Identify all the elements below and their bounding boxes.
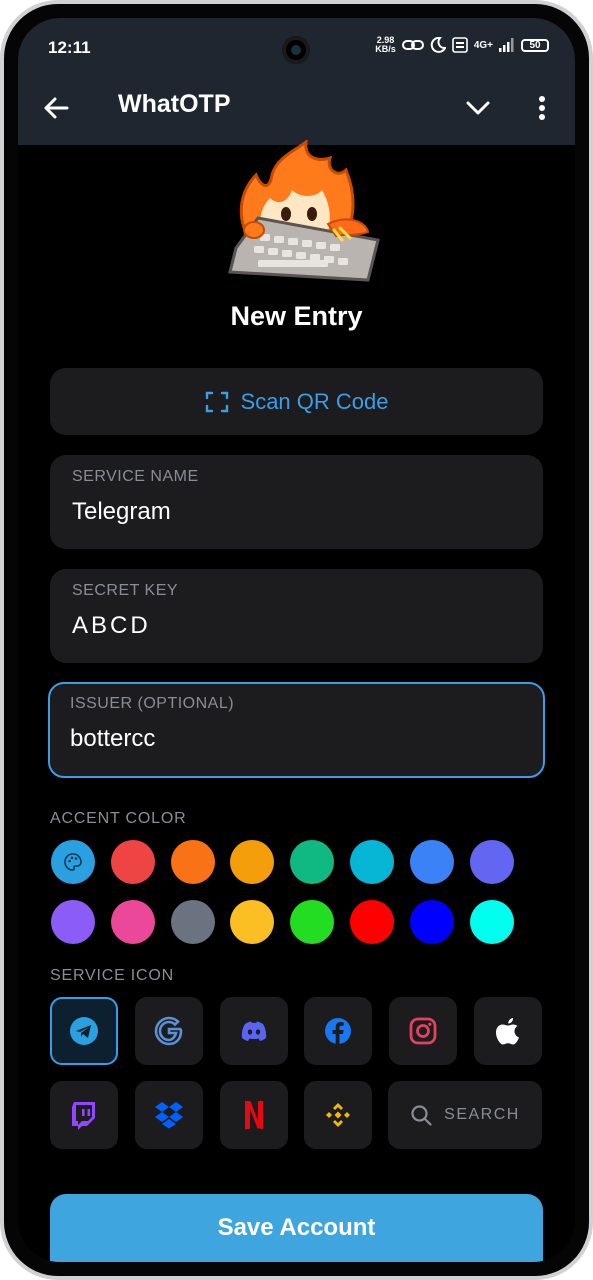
scan-qr-button[interactable]: Scan QR Code xyxy=(50,368,543,435)
accent-color-swatch[interactable] xyxy=(51,840,95,884)
service-icon-facebook[interactable] xyxy=(304,997,372,1065)
service-icon-apple[interactable] xyxy=(474,997,542,1065)
issuer-value[interactable]: bottercc xyxy=(70,725,155,753)
accent-color-label: ACCENT COLOR xyxy=(50,810,187,827)
service-icon-twitch[interactable] xyxy=(50,1081,118,1149)
discord-icon xyxy=(241,1021,267,1041)
service-icon-telegram[interactable] xyxy=(50,997,118,1065)
save-account-label: Save Account xyxy=(217,1214,376,1241)
accent-color-swatch[interactable] xyxy=(230,840,275,884)
search-label: SEARCH xyxy=(444,1106,520,1123)
phone-bezel: 12:11 2.98 KB/s 4G+ 50 WhatOTP New Entry… xyxy=(4,4,589,1276)
service-icon-discord[interactable] xyxy=(220,997,288,1065)
app-bar: WhatOTP xyxy=(18,80,575,136)
mascot-illustration xyxy=(228,140,380,282)
service-icon-label: SERVICE ICON xyxy=(50,967,174,984)
status-icons: 2.98 KB/s 4G+ 50 xyxy=(375,36,549,54)
qr-scan-icon xyxy=(205,391,228,412)
palette-icon xyxy=(64,853,82,871)
network-type: 4G+ xyxy=(473,39,493,51)
secret-key-label: SECRET KEY xyxy=(72,582,179,599)
more-vert-icon[interactable] xyxy=(528,92,556,124)
service-icon-instagram[interactable] xyxy=(389,997,457,1065)
link-icon xyxy=(401,40,424,50)
top-bar: 12:11 2.98 KB/s 4G+ 50 WhatOTP xyxy=(18,18,575,145)
front-camera xyxy=(282,36,310,64)
accent-color-swatch[interactable] xyxy=(469,840,514,884)
app-screen: 12:11 2.98 KB/s 4G+ 50 WhatOTP New Entry… xyxy=(18,18,575,1262)
scan-qr-label: Scan QR Code xyxy=(240,388,389,414)
service-icon-search-button[interactable]: SEARCH xyxy=(388,1081,542,1149)
service-icon-google[interactable] xyxy=(135,997,203,1065)
phone-frame: 12:11 2.98 KB/s 4G+ 50 WhatOTP New Entry… xyxy=(0,0,593,1280)
chevron-down-icon[interactable] xyxy=(462,92,494,124)
google-icon xyxy=(154,1016,183,1046)
accent-color-swatch[interactable] xyxy=(290,900,335,944)
service-name-field[interactable]: SERVICE NAME Telegram xyxy=(50,455,543,549)
status-bar: 12:11 2.98 KB/s 4G+ 50 xyxy=(18,18,575,78)
service-name-value[interactable]: Telegram xyxy=(72,498,171,526)
accent-color-swatch[interactable] xyxy=(350,900,394,944)
accent-color-swatch[interactable] xyxy=(290,840,335,884)
dropbox-icon xyxy=(155,1102,183,1129)
issuer-field[interactable]: ISSUER (OPTIONAL) bottercc xyxy=(48,682,545,778)
back-arrow-icon[interactable] xyxy=(40,92,72,124)
netflix-icon xyxy=(245,1101,263,1130)
service-icon-binance[interactable] xyxy=(304,1081,372,1149)
secret-key-field[interactable]: SECRET KEY ABCD xyxy=(50,569,543,663)
instagram-icon xyxy=(409,1017,437,1045)
accent-color-swatch[interactable] xyxy=(350,840,394,884)
binance-icon xyxy=(326,1103,350,1127)
volte-icon xyxy=(452,37,468,53)
accent-color-swatch[interactable] xyxy=(469,900,514,944)
accent-color-swatch[interactable] xyxy=(110,900,155,944)
twitch-icon xyxy=(72,1102,95,1130)
service-name-label: SERVICE NAME xyxy=(72,468,199,485)
accent-color-swatch[interactable] xyxy=(170,840,215,884)
telegram-icon xyxy=(70,1017,98,1045)
accent-color-swatch[interactable] xyxy=(170,900,215,944)
service-icon-netflix[interactable] xyxy=(220,1081,288,1149)
signal-icon xyxy=(499,38,514,52)
save-account-button[interactable]: Save Account xyxy=(50,1194,543,1262)
status-time: 12:11 xyxy=(48,38,91,57)
secret-key-value[interactable]: ABCD xyxy=(72,612,151,640)
accent-color-swatch[interactable] xyxy=(409,900,454,944)
battery-icon: 50 xyxy=(521,38,549,52)
service-icon-dropbox[interactable] xyxy=(135,1081,203,1149)
network-speed: 2.98 KB/s xyxy=(375,35,396,54)
accent-color-swatch[interactable] xyxy=(230,900,275,944)
moon-icon xyxy=(430,37,446,53)
app-title: WhatOTP xyxy=(118,90,231,118)
page-title: New Entry xyxy=(230,301,363,331)
accent-color-swatch[interactable] xyxy=(110,840,155,884)
search-icon xyxy=(411,1105,432,1126)
accent-color-swatch[interactable] xyxy=(51,900,95,944)
apple-icon xyxy=(496,1018,519,1045)
accent-color-swatch[interactable] xyxy=(409,840,454,884)
facebook-icon xyxy=(325,1018,351,1044)
issuer-label: ISSUER (OPTIONAL) xyxy=(70,695,235,712)
